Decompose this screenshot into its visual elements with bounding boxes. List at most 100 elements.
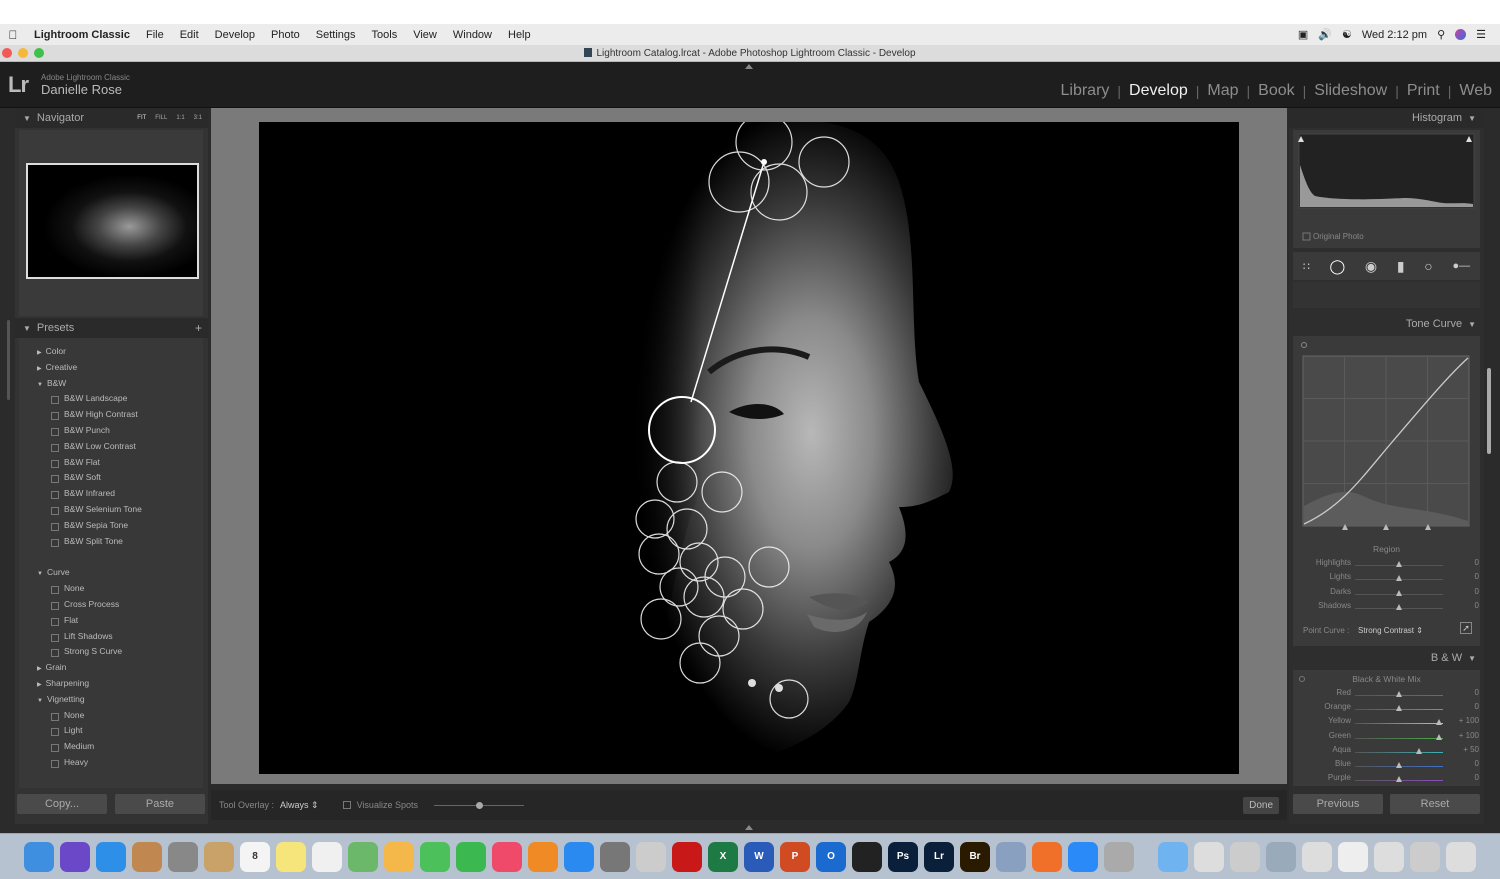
- preset-folder[interactable]: ▶ Creative: [19, 360, 203, 376]
- slider-thumb[interactable]: [1396, 561, 1402, 567]
- preset-item[interactable]: Strong S Curve: [19, 644, 203, 660]
- preset-item[interactable]: Flat: [19, 613, 203, 629]
- module-web[interactable]: Web: [1451, 82, 1500, 100]
- screen-record-icon[interactable]: ▣: [1298, 28, 1308, 41]
- music-icon[interactable]: [492, 841, 522, 872]
- bridge-icon[interactable]: Br: [960, 841, 990, 872]
- disclosure-triangle-icon[interactable]: ▶: [37, 366, 42, 372]
- folder-icon[interactable]: [1158, 841, 1188, 872]
- acrobat-icon[interactable]: [672, 841, 702, 872]
- app-store-icon[interactable]: [564, 841, 594, 872]
- preset-folder[interactable]: ▶ Sharpening: [19, 676, 203, 692]
- slider-track[interactable]: [1355, 737, 1443, 739]
- system-preferences-icon[interactable]: [600, 841, 630, 872]
- disclosure-triangle-icon[interactable]: ▶: [37, 682, 42, 688]
- slider-thumb[interactable]: [1396, 762, 1402, 768]
- left-panel-scrollbar[interactable]: [7, 320, 10, 400]
- outlook-icon[interactable]: O: [816, 841, 846, 872]
- add-preset-icon[interactable]: +: [195, 321, 208, 335]
- slider-thumb[interactable]: [1396, 603, 1402, 610]
- preset-item[interactable]: None: [19, 708, 203, 724]
- trash-icon[interactable]: [1446, 841, 1476, 872]
- slider-value[interactable]: 0: [1451, 601, 1479, 610]
- slider-value[interactable]: 0: [1451, 572, 1479, 581]
- graduated-filter-icon[interactable]: ▮: [1397, 258, 1405, 275]
- preset-item[interactable]: Heavy: [19, 755, 203, 771]
- spotlight-icon[interactable]: ⚲: [1437, 28, 1445, 41]
- adjustment-brush-icon[interactable]: ●—: [1452, 260, 1470, 272]
- targeted-adjustment-icon[interactable]: [1299, 676, 1305, 682]
- preset-folder[interactable]: ▶ Grain: [19, 660, 203, 676]
- tone-curve-graph[interactable]: [1293, 336, 1480, 536]
- printer-icon[interactable]: [636, 841, 666, 872]
- preset-item[interactable]: B&W Landscape: [19, 391, 203, 407]
- preset-item[interactable]: B&W Punch: [19, 423, 203, 439]
- slider-thumb[interactable]: [1396, 776, 1402, 783]
- edit-point-curve-icon[interactable]: ➚: [1460, 622, 1472, 634]
- preset-item[interactable]: Lift Shadows: [19, 629, 203, 645]
- grid-icon[interactable]: [1374, 841, 1404, 872]
- preset-item[interactable]: B&W Selenium Tone: [19, 502, 203, 518]
- wifi-icon[interactable]: ☯: [1342, 28, 1352, 41]
- launchpad-icon[interactable]: [168, 841, 198, 872]
- disclosure-triangle-icon[interactable]: ▼: [1468, 320, 1476, 329]
- disclosure-triangle-icon[interactable]: ▼: [37, 382, 43, 388]
- point-curve-select[interactable]: Strong Contrast ⇕: [1358, 626, 1423, 635]
- menu-window[interactable]: Window: [445, 29, 500, 41]
- books-icon[interactable]: [528, 841, 558, 872]
- close-window-button[interactable]: [2, 48, 12, 58]
- module-print[interactable]: Print: [1399, 82, 1448, 100]
- files-icon[interactable]: [1230, 841, 1260, 872]
- slider-value[interactable]: 0: [1451, 558, 1479, 567]
- tool-overlay-select[interactable]: Always ⇕: [280, 800, 319, 811]
- safari-icon[interactable]: [96, 841, 126, 872]
- navigator-thumbnail[interactable]: [26, 163, 199, 279]
- menu-settings[interactable]: Settings: [308, 29, 364, 41]
- slider-thumb[interactable]: [1436, 719, 1443, 726]
- slider-thumb[interactable]: [1396, 589, 1402, 596]
- slider-value[interactable]: + 50: [1451, 745, 1479, 754]
- previous-button[interactable]: Previous: [1293, 794, 1383, 814]
- module-book[interactable]: Book: [1250, 82, 1302, 100]
- volume-icon[interactable]: 🔊: [1318, 28, 1332, 41]
- slider-thumb[interactable]: [1436, 733, 1443, 740]
- scanner-icon[interactable]: [1104, 841, 1134, 872]
- messages-icon[interactable]: [420, 841, 450, 872]
- menu-view[interactable]: View: [405, 29, 445, 41]
- preset-item[interactable]: Medium: [19, 739, 203, 755]
- preset-item[interactable]: B&W Sepia Tone: [19, 518, 203, 534]
- slider-track[interactable]: [1355, 751, 1443, 753]
- preset-item[interactable]: Cross Process: [19, 597, 203, 613]
- mail-stamps-icon[interactable]: [132, 841, 162, 872]
- navigator-header[interactable]: ▼ Navigator FIT FILL 1:1 3:1: [15, 108, 208, 128]
- slider-value[interactable]: + 100: [1451, 731, 1479, 740]
- photo-portrait[interactable]: [259, 122, 1239, 774]
- menu-file[interactable]: File: [138, 29, 172, 41]
- menu-tools[interactable]: Tools: [364, 29, 406, 41]
- menu-photo[interactable]: Photo: [263, 29, 308, 41]
- maps-icon[interactable]: [348, 841, 378, 872]
- disclosure-triangle-icon[interactable]: ▼: [37, 698, 43, 704]
- radial-filter-icon[interactable]: ○: [1424, 258, 1432, 274]
- photos-icon[interactable]: [384, 841, 414, 872]
- slider-value[interactable]: 0: [1451, 587, 1479, 596]
- siri-menu-icon[interactable]: [1455, 29, 1467, 40]
- slider-thumb[interactable]: [1416, 747, 1423, 754]
- slider-value[interactable]: + 100: [1451, 716, 1479, 725]
- preset-item[interactable]: B&W Flat: [19, 455, 203, 471]
- clock[interactable]: Wed 2:12 pm: [1362, 29, 1427, 41]
- minimize-window-button[interactable]: [18, 48, 28, 58]
- red-eye-icon[interactable]: ◉: [1365, 258, 1377, 275]
- preset-item[interactable]: B&W Low Contrast: [19, 439, 203, 455]
- lightroom-icon[interactable]: Lr: [924, 841, 954, 872]
- docs-icon[interactable]: [1338, 841, 1368, 872]
- disclosure-triangle-icon[interactable]: ▼: [23, 114, 31, 123]
- photoshop-icon[interactable]: Ps: [888, 841, 918, 872]
- module-slideshow[interactable]: Slideshow: [1306, 82, 1395, 100]
- visualize-spots-slider[interactable]: [433, 801, 524, 809]
- photos-stack-icon[interactable]: [1266, 841, 1296, 872]
- disclosure-triangle-icon[interactable]: ▼: [23, 324, 31, 333]
- slider-thumb[interactable]: [1396, 705, 1402, 712]
- crop-overlay-icon[interactable]: ∷: [1303, 260, 1310, 273]
- slider-value[interactable]: 0: [1451, 688, 1479, 697]
